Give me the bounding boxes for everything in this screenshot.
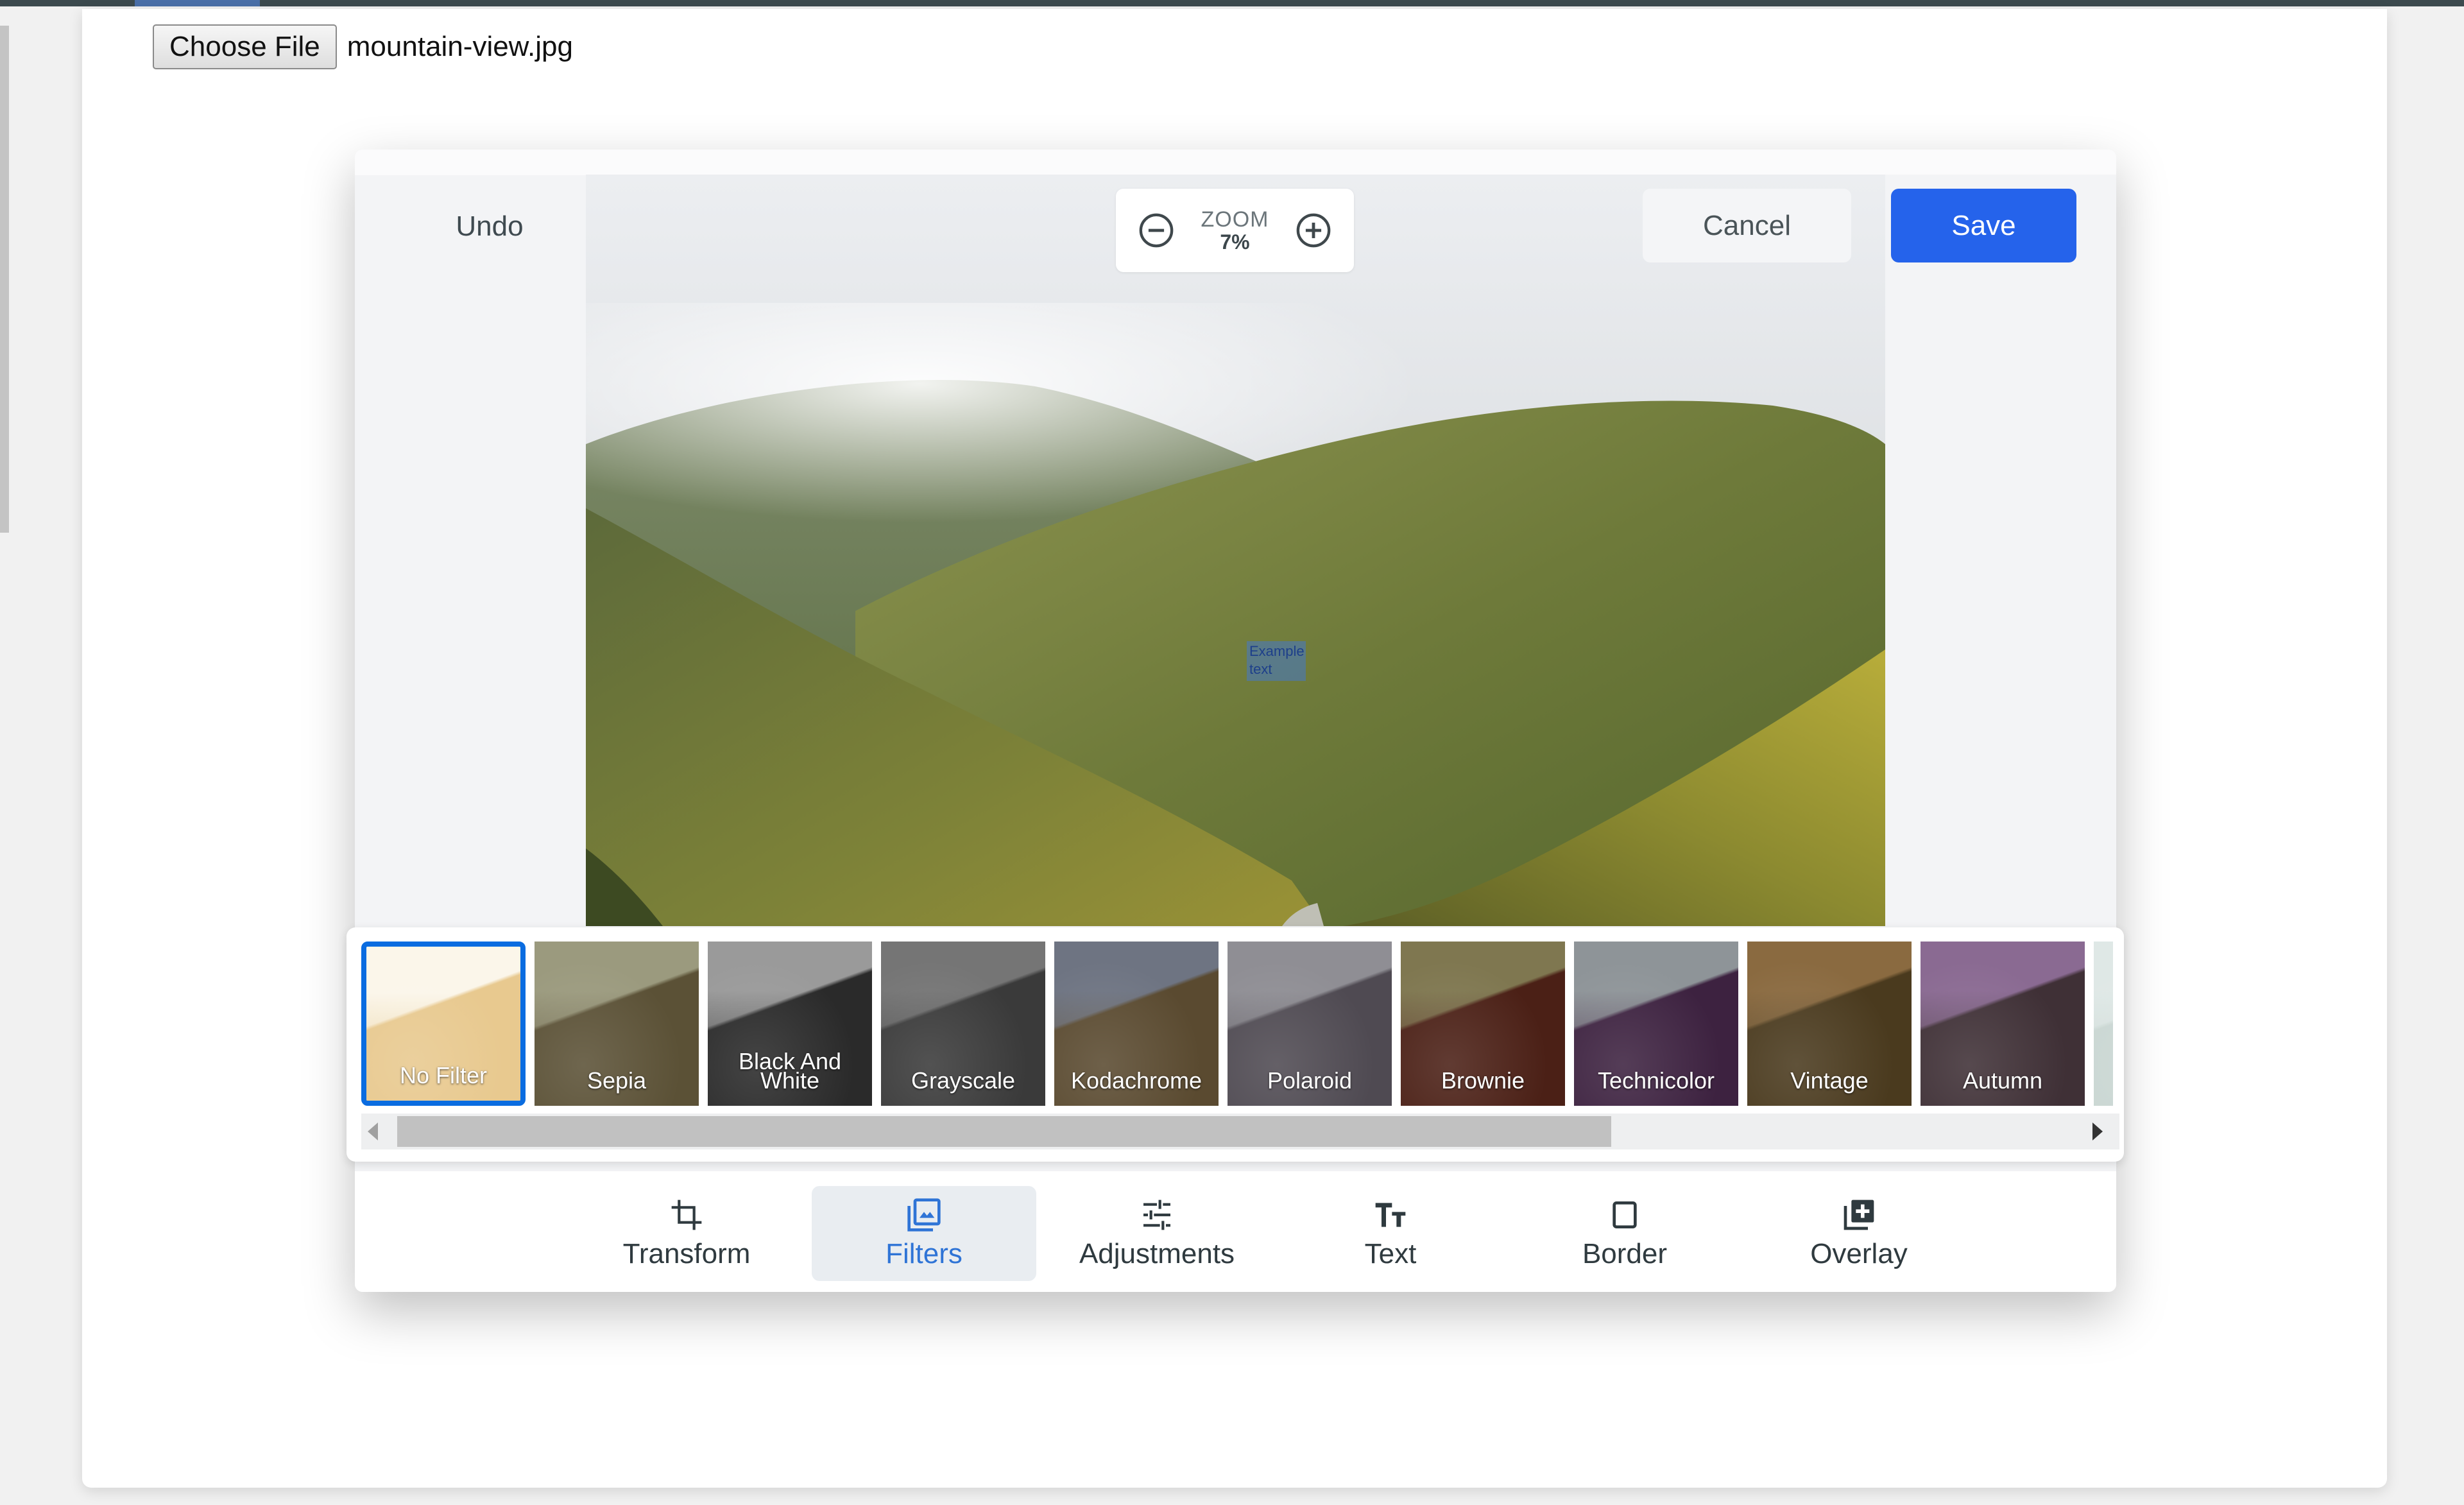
tab-label: Transform — [622, 1238, 751, 1269]
filter-label: Autumn — [1962, 1067, 2043, 1094]
filter-thumb-brownie[interactable]: Brownie — [1401, 942, 1565, 1106]
cancel-button[interactable]: Cancel — [1643, 189, 1851, 262]
scroll-left-arrow-icon[interactable] — [368, 1122, 378, 1140]
filter-label: Black And White — [738, 1048, 842, 1094]
scroll-right-arrow-icon[interactable] — [2092, 1122, 2103, 1140]
file-input[interactable]: Choose File mountain-view.jpg — [153, 24, 573, 70]
tab-overlay[interactable]: Overlay — [1747, 1186, 1971, 1281]
zoom-readout: ZOOM 7% — [1201, 209, 1269, 252]
sliders-icon — [1143, 1200, 1170, 1230]
overlay-icon — [1844, 1200, 1874, 1230]
filter-label: Brownie — [1441, 1067, 1525, 1094]
filter-label: Polaroid — [1267, 1067, 1353, 1094]
filter-label: Technicolor — [1597, 1067, 1715, 1094]
filter-thumbnails: No Filter Sepia Black And White Grayscale Ko… — [361, 942, 2113, 1106]
tab-label: Text — [1364, 1238, 1417, 1269]
zoom-control: ZOOM 7% — [1116, 189, 1354, 272]
filter-label: Sepia — [586, 1067, 647, 1094]
undo-button[interactable]: Undo — [410, 185, 569, 268]
save-button[interactable]: Save — [1891, 189, 2076, 262]
filter-scrollbar[interactable] — [361, 1114, 2119, 1149]
filters-icon — [907, 1198, 941, 1232]
filter-thumb-vintage[interactable]: Vintage — [1747, 942, 1912, 1106]
zoom-title: ZOOM — [1201, 207, 1269, 232]
tab-label: Adjustments — [1079, 1238, 1235, 1269]
filter-thumb-more[interactable] — [2094, 942, 2113, 1106]
tab-transform[interactable]: Transform — [574, 1186, 799, 1281]
crop-icon — [671, 1200, 702, 1230]
editor-tab-bar: Transform Filters Adjustments Text Borde… — [355, 1171, 2116, 1292]
editor-right-panel — [1885, 175, 2116, 926]
browser-top-bar — [0, 0, 2464, 6]
tab-label: Overlay — [1810, 1238, 1908, 1269]
filter-preview-image — [2094, 942, 2113, 1106]
filter-thumb-polaroid[interactable]: Polaroid — [1228, 942, 1392, 1106]
zoom-in-icon[interactable] — [1295, 212, 1332, 249]
filter-thumb-grayscale[interactable]: Grayscale — [881, 942, 1045, 1106]
image-editor-modal: Undo Example text ZOOM 7% Cancel Save No… — [346, 150, 2124, 1292]
tab-label: Border — [1582, 1238, 1668, 1269]
border-icon — [1613, 1201, 1637, 1228]
choose-file-button[interactable]: Choose File — [153, 24, 337, 69]
mountain-photo — [586, 175, 1885, 926]
tab-text[interactable]: Text — [1278, 1186, 1503, 1281]
scrollbar-thumb[interactable] — [397, 1116, 1612, 1147]
filter-label: No Filter — [399, 1062, 488, 1088]
filter-thumb-sepia[interactable]: Sepia — [535, 942, 699, 1106]
file-name: mountain-view.jpg — [346, 31, 573, 62]
filter-thumb-black-and-white[interactable]: Black And White — [708, 942, 872, 1106]
image-canvas[interactable]: Example text — [586, 175, 1885, 926]
zoom-value: 7% — [1220, 230, 1250, 254]
tab-border[interactable]: Border — [1512, 1186, 1737, 1281]
tab-filters[interactable]: Filters — [812, 1186, 1036, 1281]
filter-label: Vintage — [1790, 1067, 1869, 1094]
filter-thumb-technicolor[interactable]: Technicolor — [1574, 942, 1738, 1106]
tab-adjustments[interactable]: Adjustments — [1045, 1186, 1269, 1281]
text-icon — [1375, 1203, 1406, 1227]
active-tab-indicator — [135, 0, 260, 6]
filter-thumb-autumn[interactable]: Autumn — [1921, 942, 2085, 1106]
zoom-out-icon[interactable] — [1138, 212, 1175, 249]
filter-thumb-kodachrome[interactable]: Kodachrome — [1054, 942, 1219, 1106]
text-overlay-layer[interactable]: Example text — [1247, 641, 1306, 681]
filter-label: Kodachrome — [1070, 1067, 1202, 1094]
tab-label: Filters — [886, 1238, 963, 1269]
editor-header — [355, 150, 2116, 175]
filter-thumb-no-filter[interactable]: No Filter — [361, 942, 526, 1106]
filter-label: Grayscale — [911, 1067, 1016, 1094]
page-scrollbar[interactable] — [0, 26, 9, 533]
filter-strip: No Filter Sepia Black And White Grayscale Ko… — [346, 927, 2124, 1162]
